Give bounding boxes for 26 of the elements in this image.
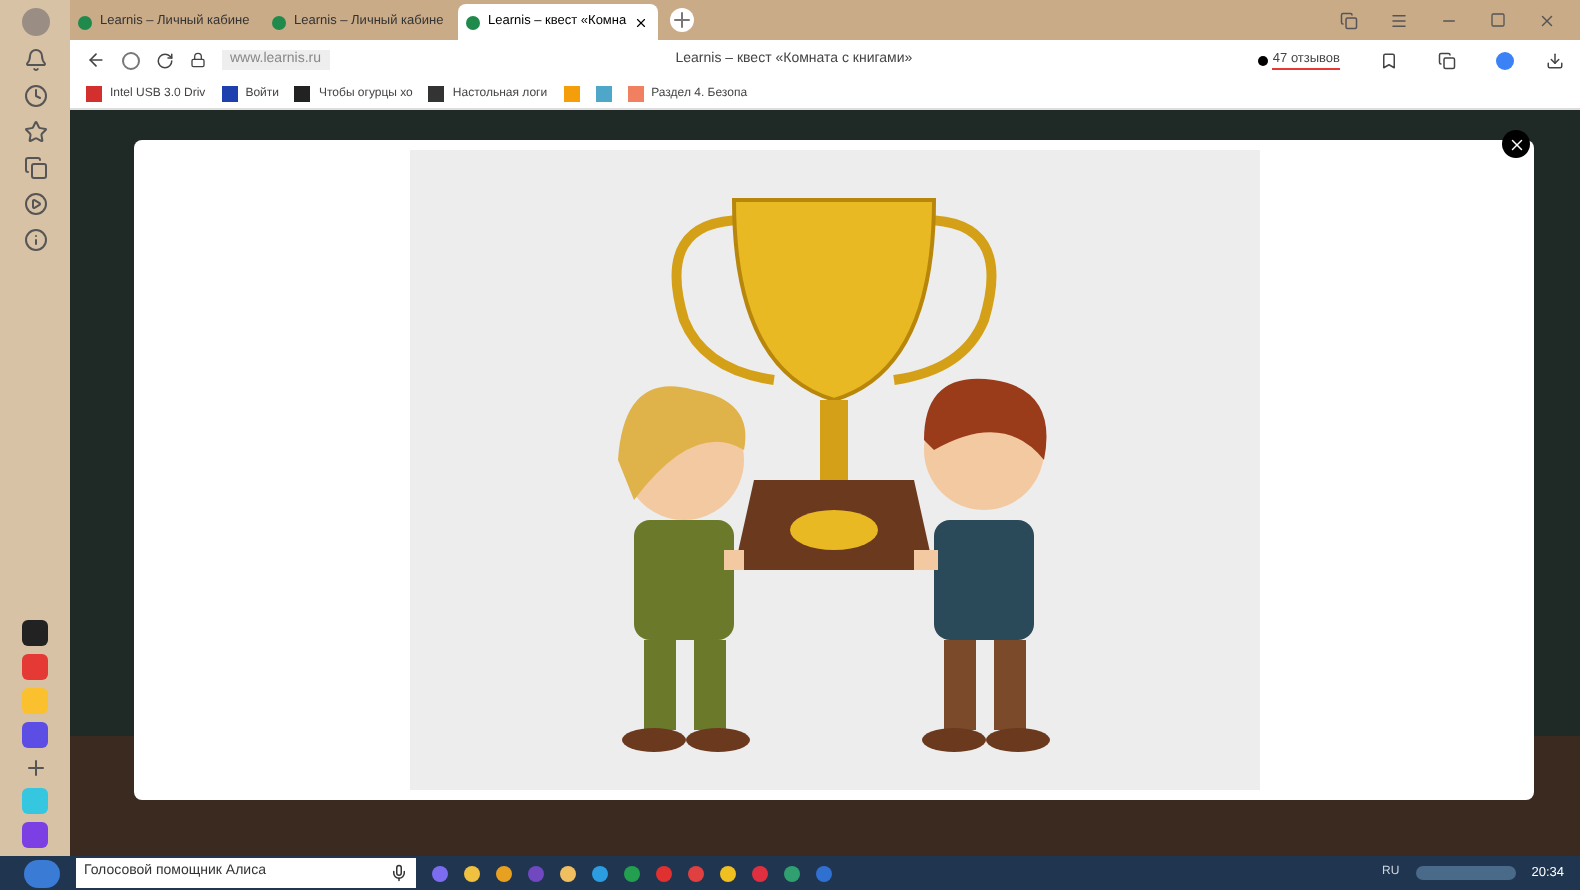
restore-icon[interactable] <box>1490 12 1506 28</box>
lock-icon <box>190 52 206 68</box>
bookmark-icon[interactable] <box>1380 51 1398 69</box>
reload-icon[interactable] <box>156 51 174 69</box>
new-tab-icon[interactable] <box>670 8 694 32</box>
app-icon[interactable] <box>22 620 48 646</box>
notifications-icon[interactable] <box>23 48 47 72</box>
star-icon[interactable] <box>23 120 47 144</box>
tabs-icon[interactable] <box>1340 11 1358 29</box>
history-icon[interactable] <box>23 84 47 108</box>
mic-icon[interactable] <box>390 864 408 882</box>
site-icon <box>466 15 480 29</box>
tabs-icon[interactable] <box>23 156 47 180</box>
menu-icon[interactable] <box>1390 11 1408 29</box>
download-icon[interactable] <box>1546 51 1564 69</box>
close-icon[interactable] <box>634 15 649 29</box>
close-button[interactable] <box>1502 130 1530 158</box>
info-icon[interactable] <box>23 228 47 252</box>
start-button[interactable] <box>24 859 60 887</box>
close-icon <box>1507 135 1525 153</box>
site-icon <box>272 15 286 29</box>
add-icon[interactable] <box>23 756 47 780</box>
play-icon[interactable] <box>23 192 47 216</box>
collections-icon[interactable] <box>1438 51 1456 69</box>
back-icon[interactable] <box>86 50 106 70</box>
site-icon <box>78 15 92 29</box>
